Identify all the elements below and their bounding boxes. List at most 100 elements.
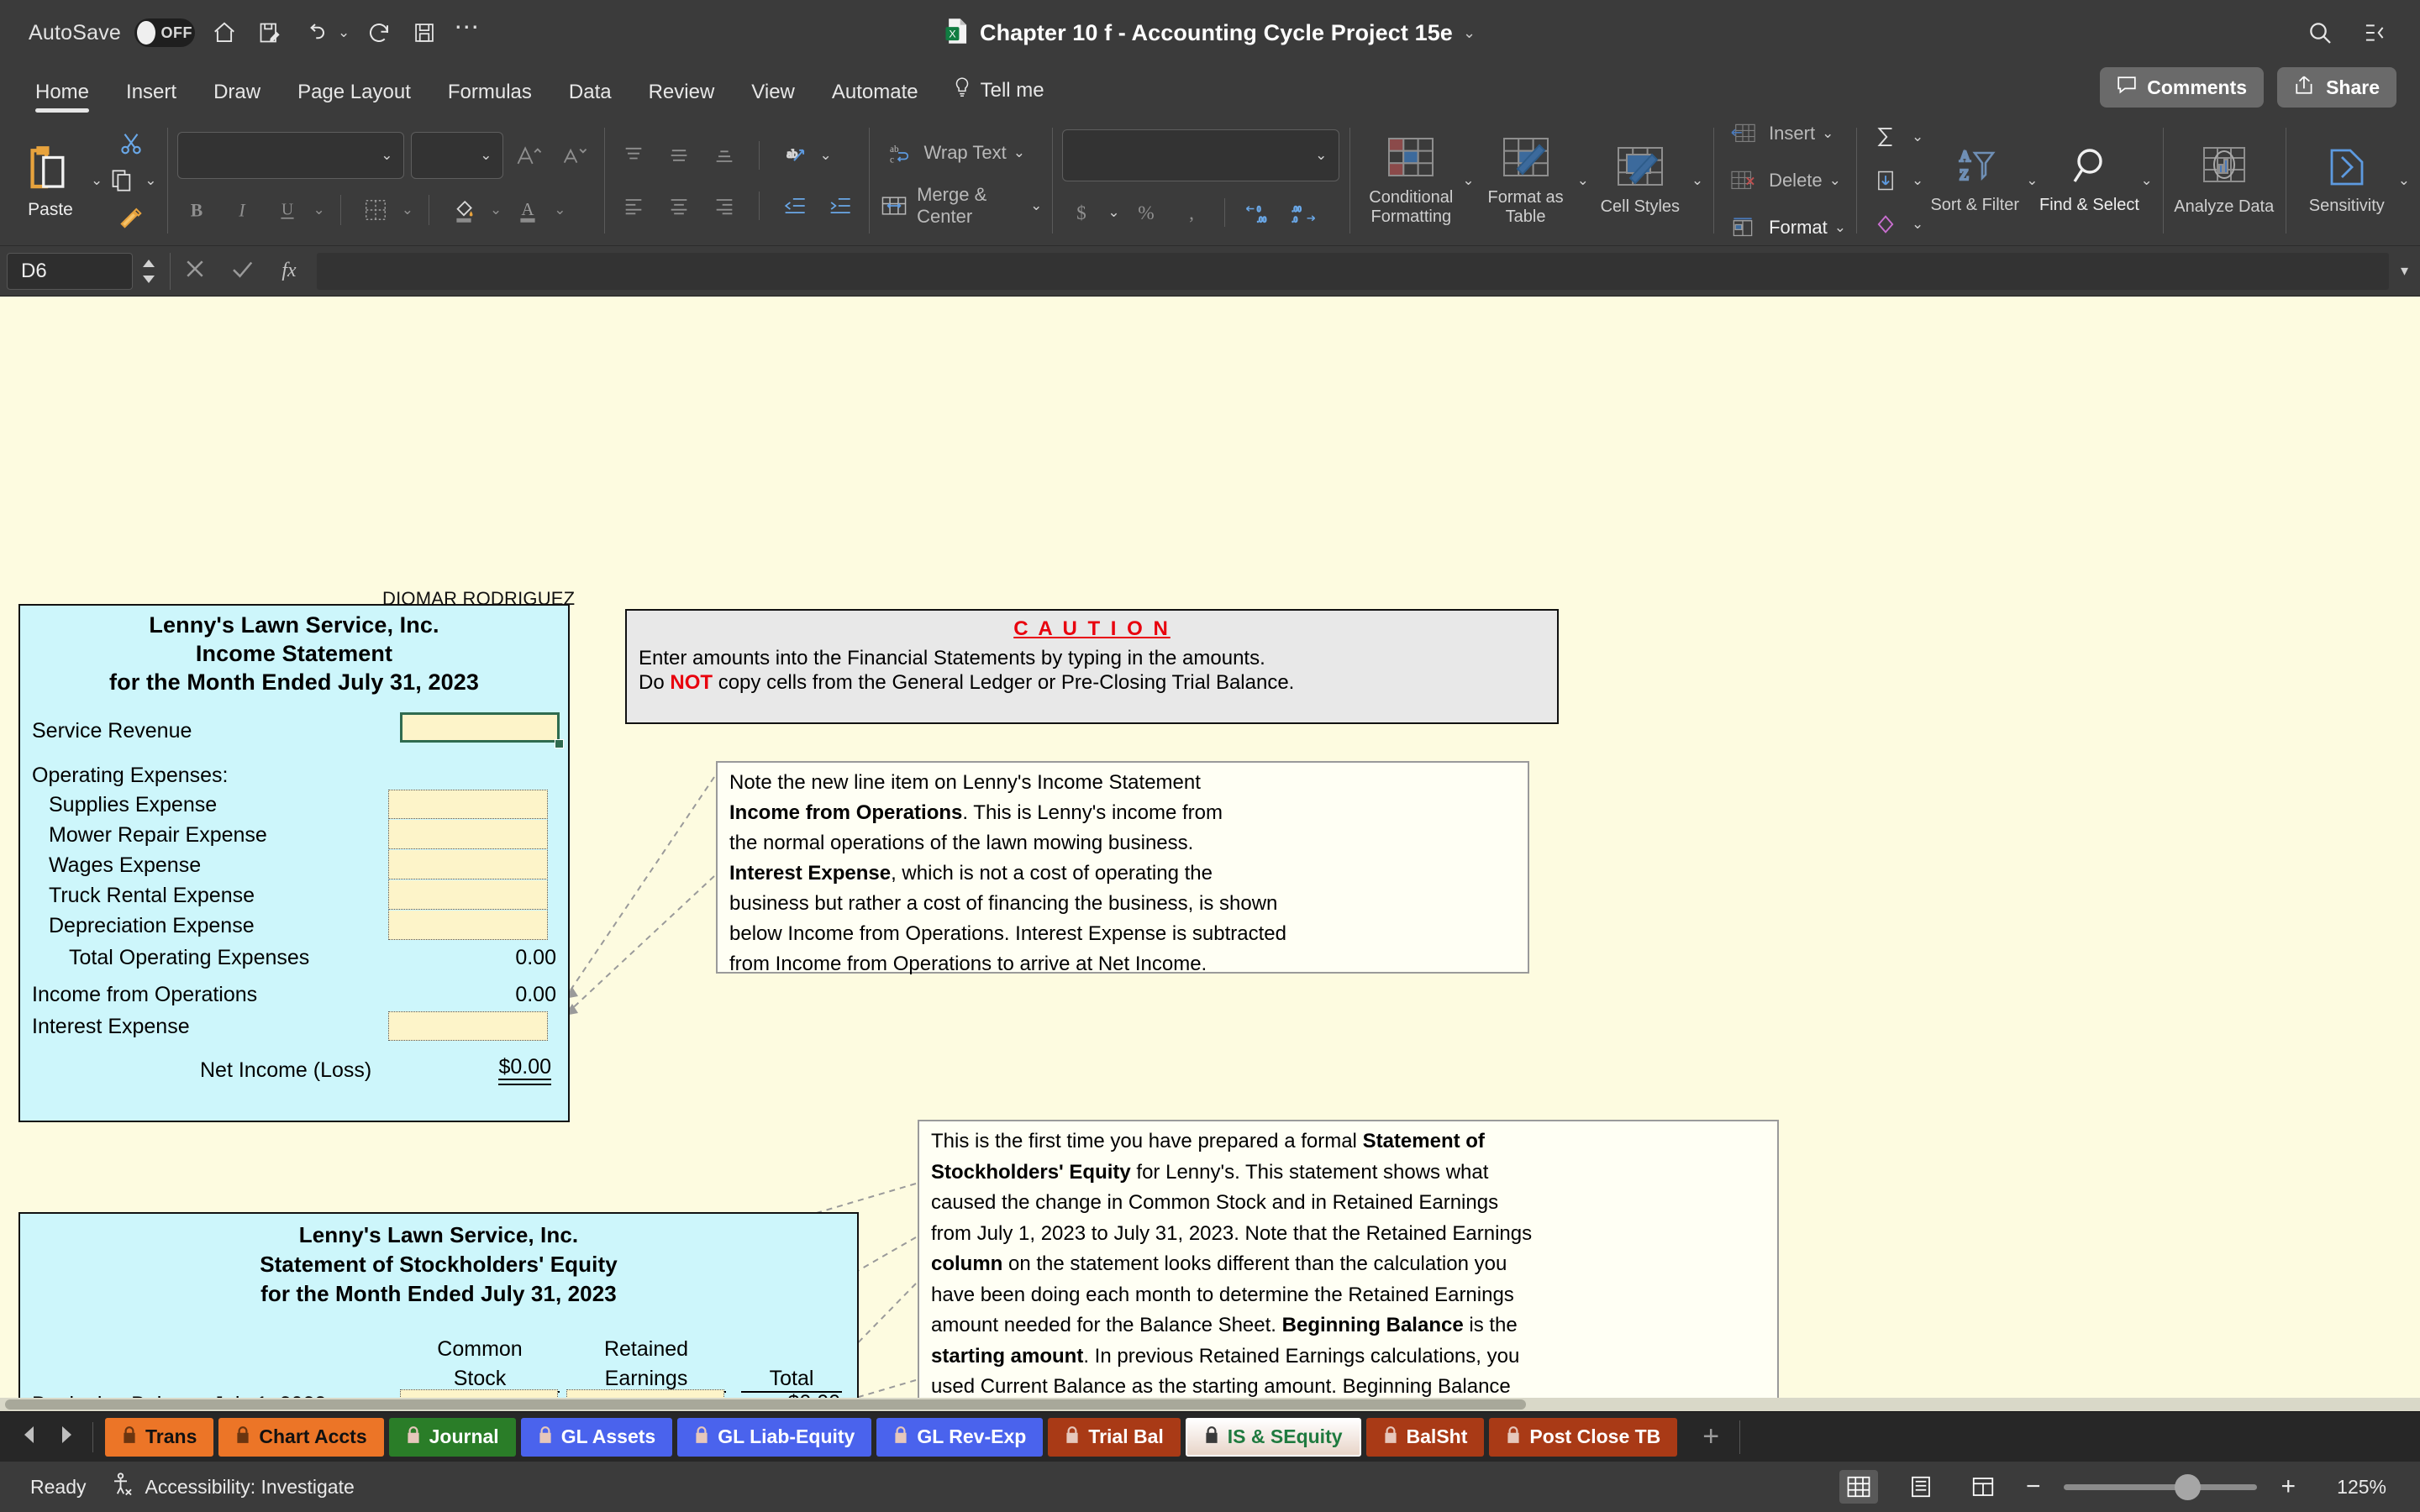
format-painter-icon[interactable] [115, 202, 147, 234]
sort-filter-button[interactable]: AZ Sort & Filter [1923, 146, 2026, 215]
horizontal-scrollbar-thumb[interactable] [5, 1399, 1526, 1410]
save-icon[interactable] [408, 17, 440, 49]
tab-formulas[interactable]: Formulas [429, 81, 550, 116]
formula-bar-expand-chevron-down-icon[interactable]: ▾ [2401, 262, 2420, 280]
cell-styles-button[interactable]: Cell Styles [1589, 144, 1691, 217]
accessibility-button[interactable]: Accessibility: Investigate [111, 1472, 355, 1502]
cancel-icon[interactable] [182, 256, 208, 286]
redo-icon[interactable] [363, 17, 395, 49]
tab-home[interactable]: Home [17, 81, 108, 116]
delete-chevron-down-icon[interactable]: ⌄ [1829, 172, 1841, 189]
undo-icon[interactable] [299, 17, 331, 49]
italic-icon[interactable]: I [223, 191, 261, 229]
is-expense-input[interactable] [388, 850, 548, 879]
decrease-font-size-icon[interactable] [555, 136, 594, 175]
zoom-slider[interactable] [2064, 1473, 2258, 1500]
copy-chevron-down-icon[interactable]: ⌄ [145, 172, 156, 189]
ribbon-display-icon[interactable] [2360, 17, 2391, 49]
font-color-chevron-down-icon[interactable]: ⌄ [554, 202, 566, 218]
insert-chevron-down-icon[interactable]: ⌄ [1822, 125, 1833, 142]
stockholders-equity-block[interactable]: Lenny's Lawn Service, Inc. Statement of … [18, 1212, 859, 1411]
fill-icon[interactable] [1866, 161, 1905, 200]
align-top-icon[interactable] [614, 136, 653, 175]
sheet-tab-post-close-tb[interactable]: Post Close TB [1489, 1417, 1678, 1457]
confirm-icon[interactable] [229, 256, 255, 286]
next-sheet-icon[interactable] [57, 1424, 76, 1450]
sheet-tab-gl-rev-exp[interactable]: GL Rev-Exp [876, 1417, 1044, 1457]
sheet-tab-chart-accts[interactable]: Chart Accts [218, 1417, 384, 1457]
sheet-tab-trans[interactable]: Trans [105, 1417, 214, 1457]
tab-automate[interactable]: Automate [813, 81, 937, 116]
format-chevron-down-icon[interactable]: ⌄ [1834, 219, 1846, 236]
is-expense-input[interactable] [388, 790, 548, 819]
comma-format-icon[interactable]: , [1172, 193, 1211, 232]
add-sheet-button[interactable]: + [1682, 1420, 1739, 1453]
sensitivity-chevron-down-icon[interactable]: ⌄ [2398, 172, 2410, 189]
font-name-input[interactable]: ⌄ [176, 132, 404, 179]
fill-color-icon[interactable] [445, 191, 483, 229]
is-service-revenue-input[interactable] [400, 712, 560, 743]
comments-button[interactable]: Comments [2100, 67, 2265, 108]
sheet-tab-balsht[interactable]: BalSht [1365, 1417, 1485, 1457]
tab-view[interactable]: View [733, 81, 813, 116]
worksheet-canvas[interactable]: DIOMAR RODRIGUEZ Lenny's Lawn Service, I… [0, 297, 2420, 1411]
is-expense-input[interactable] [388, 880, 548, 910]
increase-decimal-icon[interactable]: .00.0 [1284, 193, 1323, 232]
clear-icon[interactable] [1866, 205, 1905, 244]
zoom-in-button[interactable]: + [2281, 1473, 2296, 1501]
sheet-tab-gl-assets[interactable]: GL Assets [520, 1417, 673, 1457]
copy-icon[interactable] [106, 165, 138, 197]
is-interest-expense-input[interactable] [388, 1011, 548, 1041]
tab-data[interactable]: Data [550, 81, 630, 116]
normal-view-icon[interactable] [1839, 1470, 1878, 1504]
is-expense-input[interactable] [388, 911, 548, 940]
tab-insert[interactable]: Insert [108, 81, 195, 116]
conditional-formatting-button[interactable]: Conditional Formatting [1360, 135, 1462, 227]
tab-draw[interactable]: Draw [195, 81, 279, 116]
name-box[interactable]: D6 [7, 252, 133, 290]
align-middle-icon[interactable] [660, 136, 698, 175]
save-edit-icon[interactable] [254, 17, 286, 49]
increase-font-size-icon[interactable] [510, 136, 549, 175]
analyze-data-button[interactable]: Analyze Data [2173, 144, 2275, 217]
align-center-icon[interactable] [660, 186, 698, 225]
align-left-icon[interactable] [614, 186, 653, 225]
zoom-level-label[interactable]: 125% [2319, 1476, 2386, 1499]
tab-page-layout[interactable]: Page Layout [279, 81, 429, 116]
number-format-chevron-down-icon[interactable]: ⌄ [1315, 147, 1327, 164]
find-select-chevron-down-icon[interactable]: ⌄ [2141, 172, 2153, 189]
font-color-icon[interactable]: A [508, 191, 547, 229]
wrap-text-chevron-down-icon[interactable]: ⌄ [1013, 144, 1025, 161]
bold-icon[interactable]: B [177, 191, 216, 229]
tell-me-box[interactable]: Tell me [937, 76, 1060, 116]
clear-chevron-down-icon[interactable]: ⌄ [1912, 216, 1923, 233]
sheet-tab-trial-bal[interactable]: Trial Bal [1048, 1417, 1181, 1457]
orientation-chevron-down-icon[interactable]: ⌄ [820, 147, 832, 164]
function-icon[interactable]: fx [276, 256, 302, 286]
autosum-icon[interactable] [1866, 118, 1905, 156]
borders-chevron-down-icon[interactable]: ⌄ [402, 202, 413, 218]
underline-chevron-down-icon[interactable]: ⌄ [313, 202, 325, 218]
orientation-icon[interactable]: ab [775, 136, 813, 175]
decrease-decimal-icon[interactable]: 0.00 [1239, 193, 1277, 232]
sheet-tab-journal[interactable]: Journal [388, 1417, 516, 1457]
autosum-chevron-down-icon[interactable]: ⌄ [1912, 129, 1923, 145]
fill-color-chevron-down-icon[interactable]: ⌄ [490, 202, 502, 218]
horizontal-scrollbar[interactable] [0, 1398, 2420, 1411]
find-select-button[interactable]: Find & Select [2039, 146, 2141, 215]
merge-center-button[interactable]: Merge & Center [917, 184, 1023, 228]
delete-cells-label[interactable]: Delete [1769, 170, 1823, 192]
name-box-spinner[interactable] [139, 258, 158, 285]
currency-chevron-down-icon[interactable]: ⌄ [1107, 204, 1119, 221]
format-as-table-button[interactable]: Format as Table [1475, 135, 1577, 227]
align-bottom-icon[interactable] [705, 136, 744, 175]
undo-chevron-down-icon[interactable]: ⌄ [338, 24, 350, 41]
home-icon[interactable] [208, 17, 240, 49]
share-button[interactable]: Share [2277, 67, 2396, 108]
format-cells-label[interactable]: Format [1769, 217, 1828, 239]
wrap-text-button[interactable]: Wrap Text [924, 142, 1007, 164]
currency-format-icon[interactable]: $ [1062, 193, 1101, 232]
insert-cells-label[interactable]: Insert [1769, 123, 1815, 144]
percent-format-icon[interactable]: % [1127, 193, 1165, 232]
zoom-out-button[interactable]: − [2026, 1473, 2041, 1501]
